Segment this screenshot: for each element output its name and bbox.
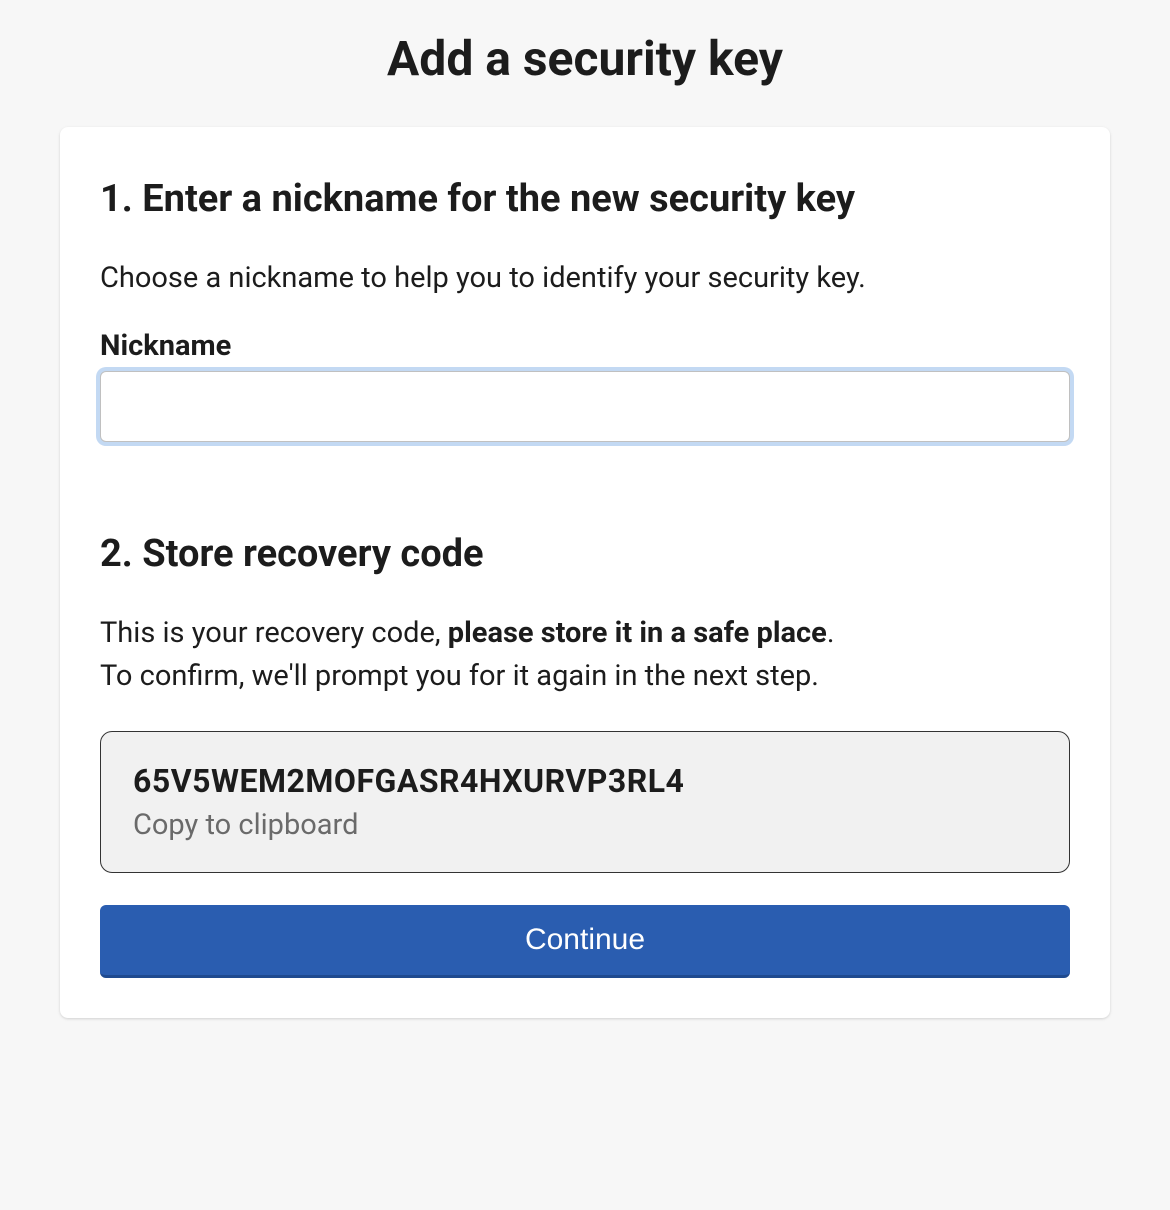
page-title: Add a security key	[60, 30, 1110, 87]
recovery-code-box[interactable]: 65V5WEM2MOFGASR4HXURVP3RL4 Copy to clipb…	[100, 731, 1070, 873]
recovery-desc-suffix1: .	[827, 616, 835, 650]
section-recovery-heading: 2. Store recovery code	[100, 532, 1070, 576]
recovery-desc-bold: please store it in a safe place	[448, 616, 827, 650]
section-recovery-description: This is your recovery code, please store…	[100, 612, 1070, 699]
section-nickname-description: Choose a nickname to help you to identif…	[100, 257, 1070, 301]
copy-to-clipboard-hint: Copy to clipboard	[133, 808, 1037, 842]
recovery-code-value: 65V5WEM2MOFGASR4HXURVP3RL4	[133, 762, 1037, 800]
section-nickname-heading: 1. Enter a nickname for the new security…	[100, 177, 1070, 221]
recovery-desc-suffix2: To confirm, we'll prompt you for it agai…	[100, 659, 819, 693]
recovery-desc-prefix: This is your recovery code,	[100, 616, 448, 650]
continue-button[interactable]: Continue	[100, 905, 1070, 978]
security-key-card: 1. Enter a nickname for the new security…	[60, 127, 1110, 1018]
nickname-label: Nickname	[100, 329, 1070, 363]
nickname-input[interactable]	[100, 371, 1070, 442]
